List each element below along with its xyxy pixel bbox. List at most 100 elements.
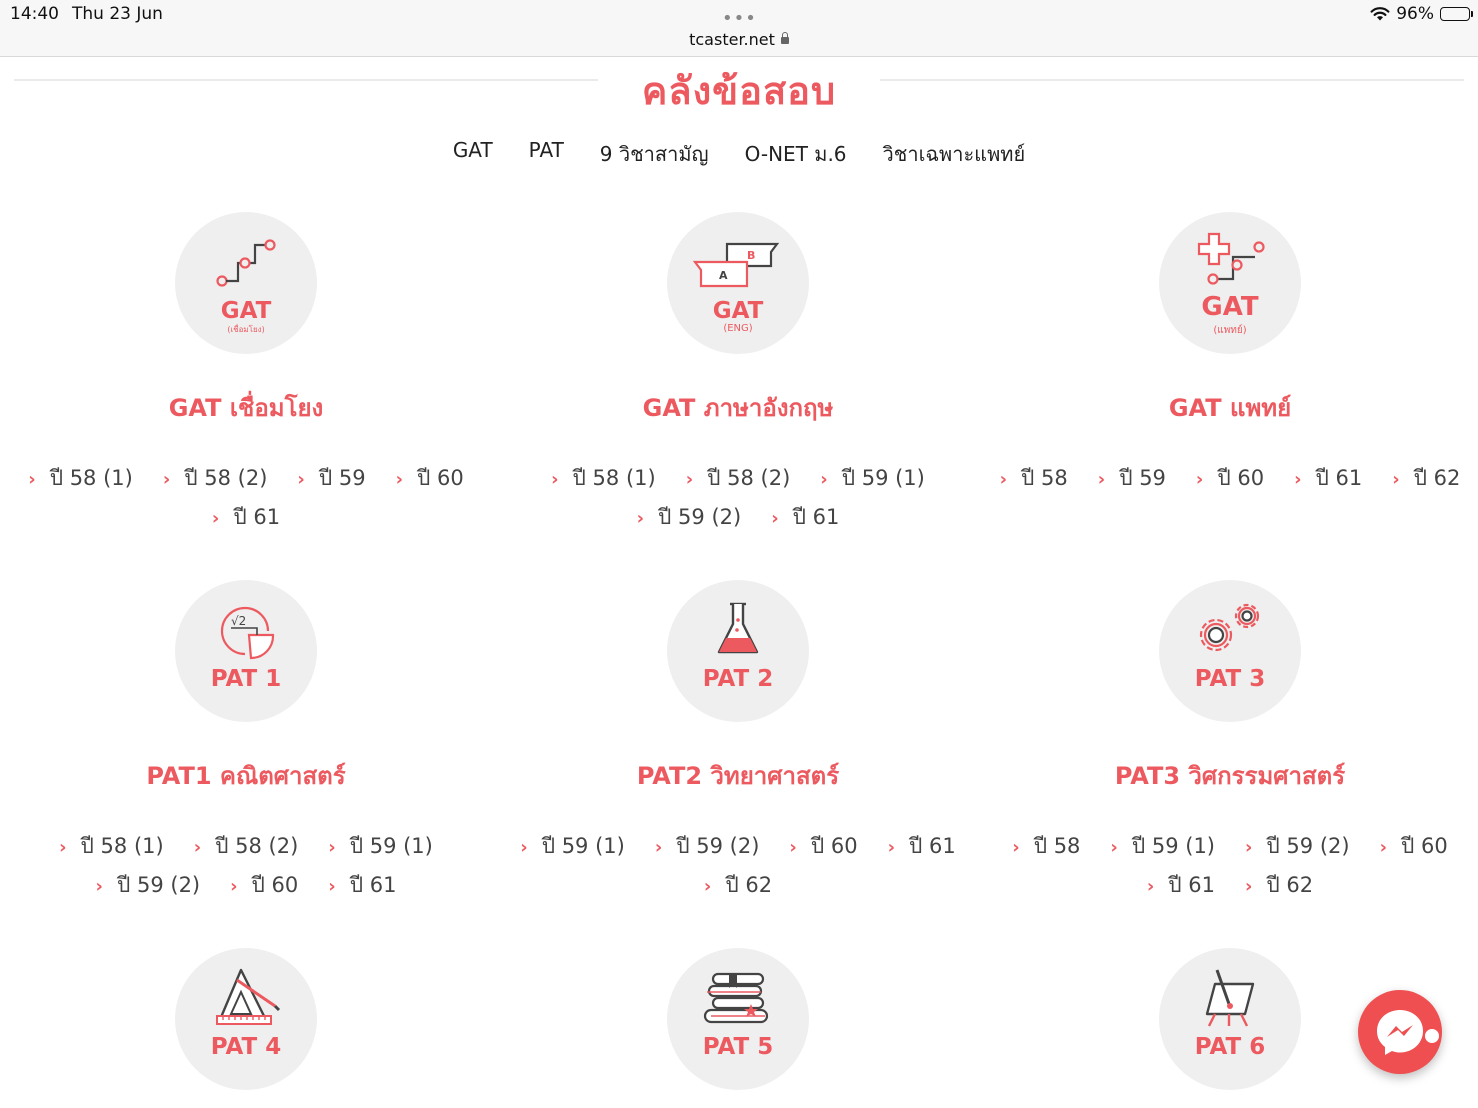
exam-title[interactable]: GAT แพทย์ xyxy=(984,388,1476,428)
year-link[interactable]: › ปี 59 (2) xyxy=(655,830,760,863)
year-link[interactable]: › ปี 58 (2) xyxy=(194,830,299,863)
svg-text:A: A xyxy=(719,269,728,282)
chevron-right-icon: › xyxy=(1146,876,1155,897)
multitask-dots-icon[interactable]: ••• xyxy=(722,8,757,29)
exam-title[interactable]: GAT เชื่อมโยง xyxy=(0,388,492,428)
year-link[interactable]: › ปี 60 xyxy=(1196,462,1264,495)
exam-icon-circle[interactable]: PAT 4 xyxy=(175,948,317,1090)
year-link[interactable]: › ปี 58 (2) xyxy=(163,462,268,495)
nav-medical[interactable]: วิชาเฉพาะแพทย์ xyxy=(883,138,1026,170)
chevron-right-icon: › xyxy=(551,469,559,490)
icon-label: PAT 5 xyxy=(702,1034,774,1060)
chevron-right-icon: › xyxy=(1110,837,1118,858)
exam-title[interactable]: PAT1 คณิตศาสตร์ xyxy=(0,756,492,796)
exam-title[interactable]: PAT2 วิทยาศาสตร์ xyxy=(492,756,984,796)
year-link[interactable]: › ปี 59 (1) xyxy=(328,830,433,863)
url-text: tcaster.net xyxy=(689,30,775,49)
exam-icon-circle[interactable]: GAT (เชื่อมโยง) xyxy=(175,212,317,354)
chevron-right-icon: › xyxy=(703,876,712,897)
year-link[interactable]: › ปี 58 xyxy=(1012,830,1080,863)
year-link[interactable]: › ปี 59 (1) xyxy=(1110,830,1215,863)
status-right: 96% xyxy=(1370,4,1473,24)
exam-card-pat5: PAT 5 xyxy=(492,948,984,1090)
year-link[interactable]: › ปี 61 xyxy=(328,869,396,902)
svg-text:√2: √2 xyxy=(231,614,246,628)
year-link[interactable]: › ปี 58 (1) xyxy=(551,462,656,495)
nav-gat[interactable]: GAT xyxy=(453,138,493,170)
gears-icon xyxy=(1199,603,1260,652)
exam-icon-circle[interactable]: GAT (แพทย์) xyxy=(1159,212,1301,354)
chevron-right-icon: › xyxy=(1379,837,1387,858)
year-link[interactable]: › ปี 60 xyxy=(230,869,298,902)
year-link[interactable]: › ปี 59 (2) xyxy=(96,869,201,902)
browser-status-bar: 14:40 Thu 23 Jun ••• tcaster.net 96% xyxy=(0,0,1478,57)
chevron-right-icon: › xyxy=(1245,876,1253,897)
nav-pat[interactable]: PAT xyxy=(529,138,564,170)
year-link[interactable]: › ปี 59 xyxy=(1098,462,1166,495)
exam-card-pat4: PAT 4 xyxy=(0,948,492,1090)
icon-label: GAT xyxy=(712,298,764,324)
exam-icon-circle[interactable]: PAT 5 xyxy=(667,948,809,1090)
chevron-right-icon: › xyxy=(820,469,828,490)
year-link[interactable]: › ปี 58 xyxy=(1000,462,1068,495)
lock-icon xyxy=(780,32,789,44)
year-link[interactable]: › ปี 62 xyxy=(1392,462,1460,495)
year-link[interactable]: › ปี 58 (2) xyxy=(686,462,791,495)
year-link[interactable]: › ปี 58 (1) xyxy=(28,462,133,495)
year-link[interactable]: › ปี 62 xyxy=(704,869,772,902)
exam-icon-circle[interactable]: PAT 2 xyxy=(667,580,809,722)
chevron-right-icon: › xyxy=(887,837,895,858)
chevron-right-icon: › xyxy=(1392,469,1400,490)
battery-icon xyxy=(1440,7,1473,21)
year-link[interactable]: › ปี 61 xyxy=(212,501,280,534)
wifi-icon xyxy=(1370,7,1390,21)
exam-icon-circle[interactable]: √2 PAT 1 xyxy=(175,580,317,722)
year-link[interactable]: › ปี 59 (2) xyxy=(637,501,742,534)
chevron-right-icon: › xyxy=(685,469,694,490)
year-links: › ปี 58 (1) › ปี 58 (2) › ปี 59 (1) › ปี 59 … xyxy=(492,462,984,534)
year-links: › ปี 59 (1) › ปี 59 (2) › ปี 60 › ปี 61 › ปี … xyxy=(492,830,984,902)
chevron-right-icon: › xyxy=(999,469,1008,490)
year-link[interactable]: › ปี 60 xyxy=(396,462,464,495)
exam-icon-circle[interactable]: B A GAT (ENG) xyxy=(667,212,809,354)
year-link[interactable]: › ปี 58 (1) xyxy=(59,830,164,863)
page-title: คลังข้อสอบ xyxy=(641,69,837,113)
year-link[interactable]: › ปี 60 xyxy=(789,830,857,863)
chevron-right-icon: › xyxy=(1294,469,1302,490)
year-link[interactable]: › ปี 61 xyxy=(1294,462,1362,495)
chevron-right-icon: › xyxy=(636,508,645,529)
chevron-right-icon: › xyxy=(328,876,336,897)
nav-9-subjects[interactable]: 9 วิชาสามัญ xyxy=(600,138,709,170)
year-link[interactable]: › ปี 61 xyxy=(771,501,839,534)
nav-onet[interactable]: O-NET ม.6 xyxy=(745,138,847,170)
icon-label: GAT xyxy=(1201,292,1259,322)
icon-sub: (แพทย์) xyxy=(1213,325,1247,336)
exam-icon-circle[interactable]: PAT 3 xyxy=(1159,580,1301,722)
chevron-right-icon: › xyxy=(789,837,797,858)
year-link[interactable]: › ปี 59 (2) xyxy=(1245,830,1350,863)
year-link[interactable]: › ปี 59 xyxy=(297,462,365,495)
year-link[interactable]: › ปี 60 xyxy=(1380,830,1448,863)
year-link[interactable]: › ปี 61 xyxy=(1147,869,1215,902)
year-link[interactable]: › ปี 62 xyxy=(1245,869,1313,902)
chevron-right-icon: › xyxy=(59,837,67,858)
address-bar[interactable]: tcaster.net xyxy=(0,30,1478,49)
messenger-icon xyxy=(1377,1010,1441,1055)
year-links: › ปี 58 (1) › ปี 58 (2) › ปี 59 (1) › ปี 59 … xyxy=(36,830,456,902)
chevron-right-icon: › xyxy=(1195,469,1204,490)
messenger-chat-button[interactable] xyxy=(1358,990,1442,1074)
exam-icon-circle[interactable]: PAT 6 xyxy=(1159,948,1301,1090)
chevron-right-icon: › xyxy=(95,876,103,897)
year-link[interactable]: › ปี 59 (1) xyxy=(820,462,925,495)
icon-label: PAT 2 xyxy=(702,666,774,692)
year-link[interactable]: › ปี 59 (1) xyxy=(520,830,625,863)
status-time: 14:40 xyxy=(10,4,59,24)
chevron-right-icon: › xyxy=(1097,469,1106,490)
chevron-right-icon: › xyxy=(328,837,336,858)
icon-label: GAT xyxy=(220,298,272,324)
icon-label: PAT 6 xyxy=(1194,1034,1266,1060)
year-link[interactable]: › ปี 61 xyxy=(888,830,956,863)
exam-title[interactable]: GAT ภาษาอังกฤษ xyxy=(492,388,984,428)
flask-icon xyxy=(717,602,759,654)
exam-title[interactable]: PAT3 วิศกรรมศาสตร์ xyxy=(984,756,1476,796)
